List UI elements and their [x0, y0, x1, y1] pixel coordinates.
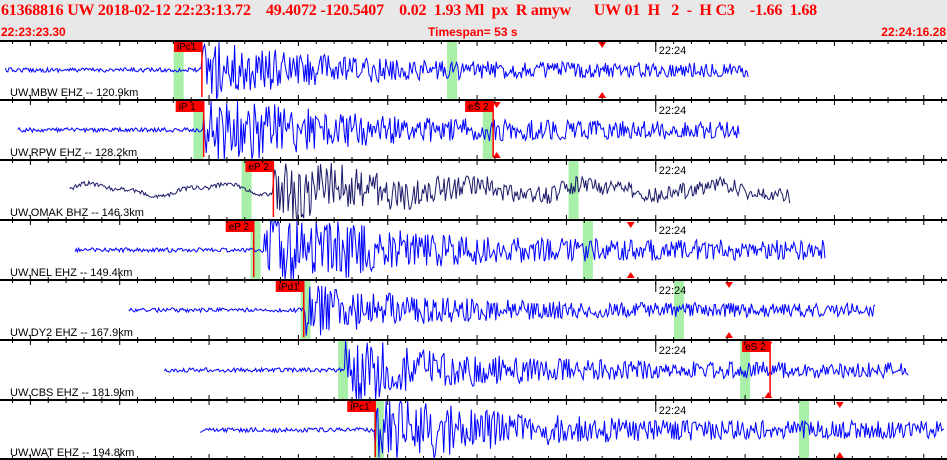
station-label: UW.WAT EHZ -- 194.8km	[10, 447, 134, 459]
pick-label: eP 2	[248, 162, 269, 173]
station-label: UW.DY2 EHZ -- 167.9km	[10, 327, 133, 339]
seismogram-panels[interactable]: iPc1 22:24 UW.MBW EHZ -- 120.9km iP 1 eS 2 22…	[0, 40, 947, 460]
start-time: 22:23:23.30	[1, 25, 66, 39]
station-label: UW.NEL EHZ -- 149.4km	[10, 267, 132, 279]
minute-label: 22:24	[659, 165, 687, 177]
station-label: UW.RPW EHZ -- 128.2km	[10, 147, 137, 159]
minute-label: 22:24	[659, 405, 687, 417]
pick-label: iPc1	[350, 402, 370, 413]
theoretical-arrival-icon	[725, 282, 734, 288]
minute-label: 22:24	[659, 285, 687, 297]
pick-label: iP 1	[179, 102, 196, 113]
theoretical-arrival-icon	[725, 332, 734, 338]
waveform	[163, 340, 909, 400]
pick-label: eS 2	[468, 102, 489, 113]
trace-panel[interactable]: iPd1 22:24 UW.DY2 EHZ -- 167.9km	[10, 280, 876, 339]
theoretical-arrival-icon	[626, 272, 635, 278]
theoretical-arrival-icon	[835, 402, 844, 408]
event-header: 61368816 UW 2018-02-12 22:23:13.72 49.40…	[0, 0, 947, 40]
theoretical-arrival-icon	[492, 102, 501, 108]
minute-label: 22:24	[659, 45, 687, 57]
pick-label: eP 2	[229, 222, 250, 233]
trace-panel[interactable]: iPc1 22:24 UW.WAT EHZ -- 194.8km	[10, 399, 945, 460]
station-label: UW.CBS EHZ -- 181.9km	[10, 387, 134, 399]
trace-panel[interactable]: iPc1 22:24 UW.MBW EHZ -- 120.9km	[4, 40, 749, 100]
theoretical-arrival-icon	[764, 392, 773, 398]
minute-label: 22:24	[659, 105, 687, 117]
phase-window-marker	[582, 221, 593, 279]
waveform	[128, 285, 876, 336]
pick-label: eS 2	[745, 342, 766, 353]
seismogram-canvas[interactable]: iPc1 22:24 UW.MBW EHZ -- 120.9km iP 1 eS 2 22…	[0, 40, 947, 460]
trace-panel[interactable]: iP 1 eS 2 22:24 UW.RPW EHZ -- 128.2km	[10, 100, 740, 160]
waveform	[200, 399, 945, 460]
timespan: Timespan= 53 s	[428, 25, 518, 39]
station-label: UW.MBW EHZ -- 120.9km	[10, 87, 138, 99]
theoretical-arrival-icon	[492, 152, 501, 158]
end-time: 22:24:16.28	[881, 25, 946, 39]
minute-label: 22:24	[659, 345, 687, 357]
minute-label: 22:24	[659, 225, 687, 237]
pick-label: iPc1	[177, 42, 197, 53]
waveform	[74, 219, 826, 280]
trace-panel[interactable]: eS 2 22:24 UW.CBS EHZ -- 181.9km	[10, 340, 909, 400]
trace-panel[interactable]: eP 2 22:24UW.OMAK BHZ -- 146.3km	[10, 160, 791, 220]
theoretical-arrival-icon	[835, 452, 844, 458]
theoretical-arrival-icon	[626, 222, 635, 228]
pick-label: iPd1	[279, 282, 299, 293]
phase-window-marker	[447, 41, 458, 99]
trace-panel[interactable]: eP 2 22:24 UW.NEL EHZ -- 149.4km	[10, 219, 826, 280]
event-summary: 61368816 UW 2018-02-12 22:23:13.72 49.40…	[1, 2, 817, 19]
